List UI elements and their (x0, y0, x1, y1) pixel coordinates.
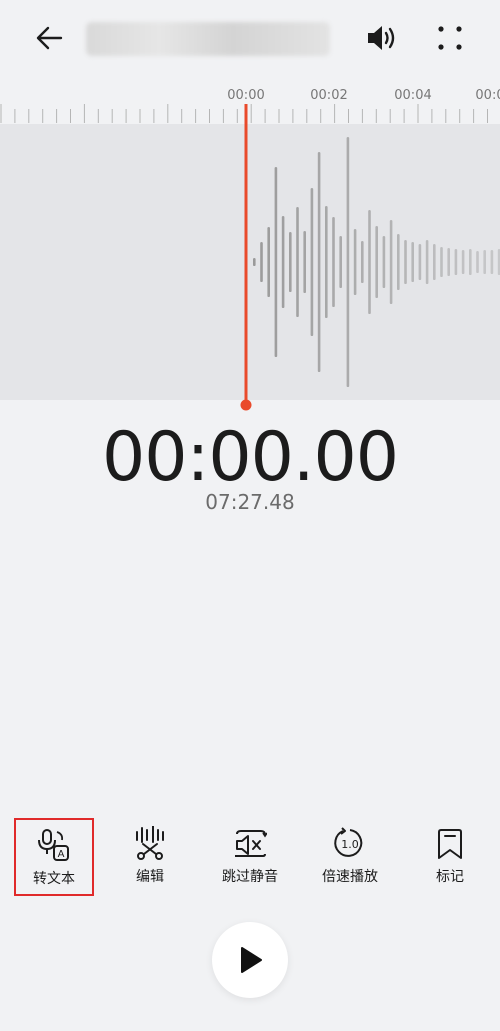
top-bar (0, 0, 500, 78)
transcribe-button[interactable]: A 转文本 (14, 818, 94, 896)
speaker-button[interactable] (362, 18, 402, 58)
bookmark-label: 标记 (436, 869, 464, 885)
speed-1x-icon: 1.0 (334, 827, 363, 857)
edit-scissors-icon (136, 826, 164, 860)
playback-speed-button[interactable]: 1.0 倍速播放 (300, 818, 400, 898)
bookmark-button[interactable]: 标记 (400, 818, 500, 898)
total-duration: 07:27.48 (205, 490, 295, 514)
skip-silence-icon (235, 830, 267, 857)
edit-label: 编辑 (136, 869, 164, 885)
svg-text:A: A (58, 849, 65, 860)
edit-button[interactable]: 编辑 (100, 818, 200, 898)
skip-silence-button[interactable]: 跳过静音 (200, 818, 300, 898)
back-button[interactable] (30, 18, 70, 58)
current-time: 00:00.00 (101, 418, 399, 497)
transcribe-label: 转文本 (33, 871, 75, 887)
four-dots-icon (438, 26, 462, 50)
skip-silence-label: 跳过静音 (222, 869, 278, 885)
play-icon (241, 947, 262, 973)
bottom-toolbar: A 转文本 编辑 跳过静音 1.0 倍速播放 标记 (0, 818, 500, 898)
arrow-left-icon (36, 26, 63, 50)
playhead[interactable] (0, 100, 500, 412)
bookmark-icon (438, 829, 462, 859)
play-button[interactable] (212, 922, 288, 998)
recording-title-blurred (86, 22, 330, 56)
more-options-button[interactable] (430, 18, 470, 58)
voice-to-text-icon: A (38, 829, 69, 861)
speed-value: 1.0 (341, 838, 359, 851)
speaker-icon (368, 26, 395, 50)
playback-speed-label: 倍速播放 (322, 869, 378, 885)
